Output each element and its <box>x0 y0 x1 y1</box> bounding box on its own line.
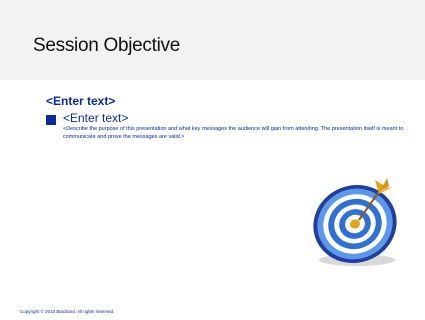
description-text[interactable]: <Describe the purpose of this presentati… <box>63 125 413 141</box>
target-icon <box>313 178 397 266</box>
copyright-text: Copyright © 2010 Blackbird. All rights r… <box>20 309 115 314</box>
bullet-square <box>46 115 56 125</box>
slide-title[interactable]: Session Objective <box>33 35 180 57</box>
slide: Session Objective <Enter text> <Enter te… <box>0 0 425 320</box>
text-heading[interactable]: <Enter text> <box>46 94 115 108</box>
bullet-text[interactable]: <Enter text> <box>63 111 128 125</box>
